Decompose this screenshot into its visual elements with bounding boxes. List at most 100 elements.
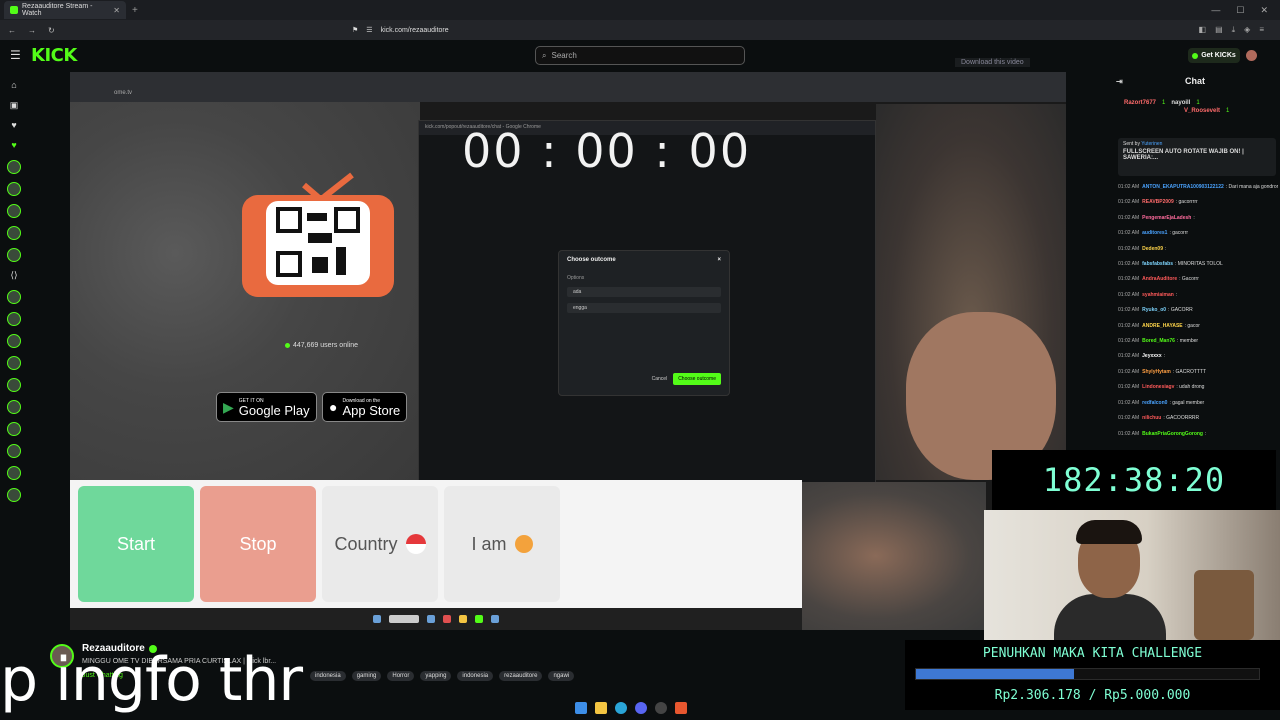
file-explorer-icon[interactable]	[595, 702, 607, 714]
message-username[interactable]: ANTON_EKAPUTRA100903122122	[1142, 184, 1224, 190]
channel-avatar[interactable]	[7, 356, 21, 370]
kick-header: ☰ KICK ⌕ Search Get KICKs	[0, 40, 1280, 72]
tv-qr-icon	[242, 172, 394, 297]
channel-avatar[interactable]	[7, 226, 21, 240]
wallet-icon[interactable]: ◈	[1244, 25, 1250, 35]
channel-avatar[interactable]	[7, 334, 21, 348]
users-online-text: 447,669 users online	[293, 342, 358, 349]
kick-logo[interactable]: KICK	[31, 45, 77, 66]
sidebar-icon[interactable]: ▤	[1215, 25, 1223, 35]
extension-icon[interactable]: ◧	[1199, 25, 1207, 35]
google-play-text: Google Play	[238, 402, 310, 418]
menu-icon[interactable]: ≡	[1259, 25, 1264, 35]
message-username[interactable]: ANDRE_HAYASE	[1142, 323, 1182, 329]
channel-avatar[interactable]	[7, 466, 21, 480]
message-text: : GACORR	[1168, 307, 1193, 314]
outcome-option[interactable]: engga	[567, 303, 721, 313]
channel-avatar[interactable]	[7, 378, 21, 392]
message-username[interactable]: Jeyxxxx	[1142, 353, 1161, 359]
maximize-icon[interactable]: ☐	[1236, 5, 1244, 16]
channel-avatar[interactable]	[7, 204, 21, 218]
tag-chip[interactable]: indonesia	[457, 671, 494, 681]
message-username[interactable]: ShylyHytam	[1142, 369, 1171, 375]
channel-avatar[interactable]	[7, 290, 21, 304]
collapse-chat-icon[interactable]: ⇥	[1116, 77, 1123, 86]
minimize-icon[interactable]: —	[1211, 5, 1220, 16]
tag-chip[interactable]: Horror	[387, 671, 415, 681]
obs-icon[interactable]	[655, 702, 667, 714]
message-username[interactable]: BukanPriaGorongGorong	[1142, 431, 1203, 437]
start-button[interactable]: Start	[78, 486, 194, 602]
sent-by-user[interactable]: Yuterinen	[1141, 141, 1162, 147]
hamburger-menu-icon[interactable]: ☰	[10, 48, 21, 62]
search-input[interactable]: ⌕ Search	[535, 46, 745, 65]
leader-name[interactable]: nayoill	[1171, 100, 1190, 106]
pinned-message: Sent by Yuterinen FULLSCREEN AUTO ROTATE…	[1118, 138, 1276, 176]
stop-button[interactable]: Stop	[200, 486, 316, 602]
expand-icon[interactable]: ⟨⟩	[10, 270, 17, 282]
leader-name[interactable]: V_Roosevelt	[1184, 108, 1220, 114]
message-username[interactable]: syahmiaiman	[1142, 292, 1174, 298]
cancel-button[interactable]: Cancel	[652, 376, 668, 382]
channel-avatar[interactable]	[7, 160, 21, 174]
message-username[interactable]: Lindonesiagv	[1142, 384, 1174, 390]
site-info-icon[interactable]: ☰	[366, 26, 372, 34]
message-username[interactable]: nilichuu	[1142, 415, 1161, 421]
channel-avatar[interactable]	[7, 422, 21, 436]
chat-title: Chat	[1185, 76, 1205, 86]
browse-icon[interactable]: ▣	[10, 100, 19, 112]
new-tab-button[interactable]: +	[132, 5, 138, 16]
tag-chip[interactable]: ngawi	[548, 671, 575, 681]
reload-icon[interactable]: ↻	[48, 26, 55, 35]
app-store-badge[interactable]: ● Download on the App Store	[322, 392, 408, 422]
windows-start-icon[interactable]	[575, 702, 587, 714]
channel-avatar[interactable]	[7, 312, 21, 326]
i-am-button[interactable]: I am	[444, 486, 560, 602]
modal-close-icon[interactable]: ×	[717, 257, 721, 263]
channel-avatar[interactable]	[7, 400, 21, 414]
home-icon[interactable]: ⌂	[11, 80, 16, 92]
chat-message: 01:02 AM Jeyxxxx:	[1118, 349, 1278, 364]
channel-avatar[interactable]	[7, 248, 21, 262]
google-play-badge[interactable]: ▶ GET IT ON Google Play	[216, 392, 317, 422]
channel-avatar[interactable]	[7, 488, 21, 502]
message-username[interactable]: AndraAuditore	[1142, 276, 1177, 282]
outcome-option[interactable]: ada	[567, 287, 721, 297]
users-online: 447,669 users online	[285, 342, 358, 349]
choose-outcome-button[interactable]: Choose outcome	[673, 373, 721, 385]
channel-avatar[interactable]	[7, 182, 21, 196]
message-username[interactable]: Ryuko_o0	[1142, 307, 1166, 313]
message-username[interactable]: Deden09	[1142, 246, 1163, 252]
channel-avatar[interactable]	[7, 444, 21, 458]
message-username[interactable]: fabsfabsfabs	[1142, 261, 1173, 267]
tag-chip[interactable]: yapping	[420, 671, 452, 681]
get-kicks-button[interactable]: Get KICKs	[1188, 48, 1240, 63]
tab-close-icon[interactable]: ✕	[113, 6, 120, 15]
following-icon[interactable]: ♥	[11, 120, 16, 132]
bookmark-icon[interactable]: ⚑	[352, 26, 358, 34]
tag-chip[interactable]: indonesia	[310, 671, 346, 681]
message-username[interactable]: REAVBP2009	[1142, 199, 1174, 205]
start-label: Start	[116, 533, 155, 554]
country-button[interactable]: Country	[322, 486, 438, 602]
leader-name[interactable]: Razort7677	[1124, 100, 1156, 106]
message-username[interactable]: redfalcon0	[1142, 400, 1167, 406]
stream-video[interactable]: ome.tv 447,669 users online ▶ GET IT ON G…	[70, 72, 1066, 630]
message-username[interactable]: PengemarEjaLadesh	[1142, 215, 1191, 221]
discord-icon[interactable]	[635, 702, 647, 714]
tag-chip[interactable]: rezaauditore	[499, 671, 543, 681]
url-field[interactable]: ⚑ ☰ kick.com/rezaauditore	[352, 23, 912, 37]
tag-chip[interactable]: gaming	[351, 671, 382, 681]
browser-tab[interactable]: Rezaauditore Stream - Watch ✕	[4, 1, 126, 19]
download-video-link[interactable]: Download this video	[955, 58, 1030, 67]
avatar[interactable]	[1246, 50, 1257, 61]
heart-icon[interactable]: ♥	[11, 140, 16, 152]
brave-icon[interactable]	[675, 702, 687, 714]
back-icon[interactable]: ←	[8, 26, 16, 35]
edge-icon[interactable]	[615, 702, 627, 714]
message-username[interactable]: auditores1	[1142, 230, 1167, 236]
downloads-icon[interactable]: ⤓	[1232, 25, 1236, 35]
message-username[interactable]: Bored_Man76	[1142, 338, 1175, 344]
forward-icon[interactable]: →	[28, 26, 36, 35]
window-close-icon[interactable]: ✕	[1260, 5, 1268, 16]
